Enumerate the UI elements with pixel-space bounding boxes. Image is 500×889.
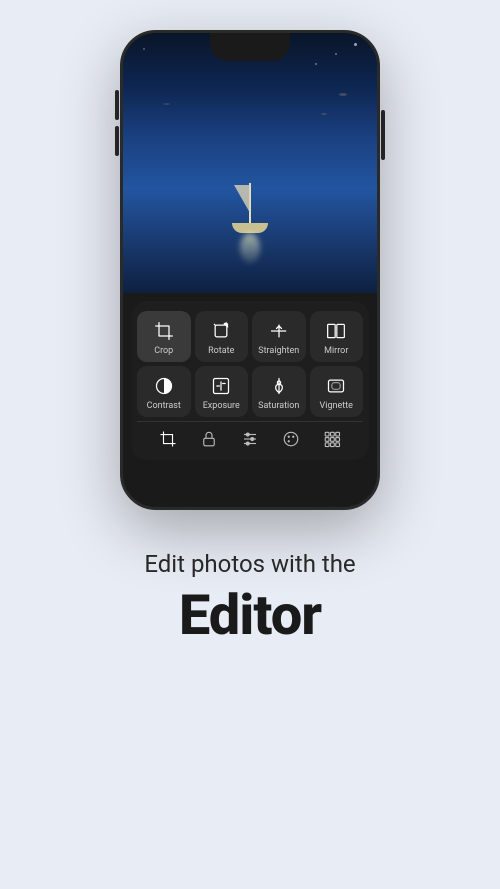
palette-nav-icon[interactable] xyxy=(280,428,302,450)
tool-panel: Crop Rotate xyxy=(131,301,369,460)
saturation-tool[interactable]: Saturation xyxy=(252,366,306,417)
mirror-icon xyxy=(324,319,348,343)
phone-container: Crop Rotate xyxy=(120,30,380,510)
power-button xyxy=(381,110,385,168)
text-section: Edit photos with the Editor xyxy=(104,550,395,648)
contrast-tool[interactable]: Contrast xyxy=(137,366,191,417)
crop-icon xyxy=(152,319,176,343)
vignette-label: Vignette xyxy=(320,401,353,411)
title: Editor xyxy=(144,582,355,648)
tools-row-2: Contrast Exposure xyxy=(137,366,363,417)
tools-row-1: Crop Rotate xyxy=(137,311,363,362)
exposure-tool[interactable]: Exposure xyxy=(195,366,249,417)
vignette-icon xyxy=(324,374,348,398)
vignette-tool[interactable]: Vignette xyxy=(310,366,364,417)
contrast-label: Contrast xyxy=(147,401,181,411)
volume-buttons xyxy=(115,90,119,164)
grid-nav-icon[interactable] xyxy=(321,428,343,450)
mirror-label: Mirror xyxy=(324,346,348,356)
boat xyxy=(232,183,268,233)
straighten-icon xyxy=(267,319,291,343)
crop-nav-icon[interactable] xyxy=(157,428,179,450)
straighten-tool[interactable]: Straighten xyxy=(252,311,306,362)
subtitle: Edit photos with the xyxy=(144,550,355,578)
crop-tool[interactable]: Crop xyxy=(137,311,191,362)
water-reflection xyxy=(240,233,260,263)
bottom-nav xyxy=(137,421,363,454)
sliders-nav-icon[interactable] xyxy=(239,428,261,450)
rotate-label: Rotate xyxy=(208,346,234,356)
exposure-icon xyxy=(209,374,233,398)
saturation-icon xyxy=(267,374,291,398)
phone-notch xyxy=(210,33,290,61)
exposure-label: Exposure xyxy=(203,401,240,411)
crop-label: Crop xyxy=(154,346,173,356)
photo-area xyxy=(123,33,377,293)
saturation-label: Saturation xyxy=(258,401,299,411)
rotate-tool[interactable]: Rotate xyxy=(195,311,249,362)
rotate-icon xyxy=(209,319,233,343)
straighten-label: Straighten xyxy=(258,346,299,356)
lock-nav-icon[interactable] xyxy=(198,428,220,450)
contrast-icon xyxy=(152,374,176,398)
phone-frame: Crop Rotate xyxy=(120,30,380,510)
mirror-tool[interactable]: Mirror xyxy=(310,311,364,362)
